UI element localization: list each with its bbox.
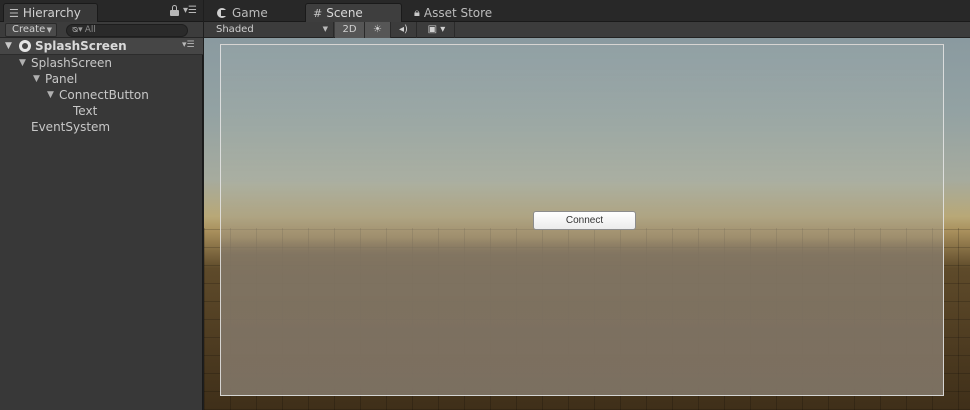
audio-icon: ◂) <box>399 24 408 35</box>
tree-item-eventsystem[interactable]: EventSystem <box>0 119 203 135</box>
shading-mode-label: Shaded <box>216 24 254 35</box>
fold-arrow-icon[interactable]: ▼ <box>19 58 26 68</box>
scene-name: SplashScreen <box>35 39 127 53</box>
asset-store-icon: 🔒︎ <box>414 5 420 19</box>
lighting-toggle[interactable]: ☀ <box>365 22 391 38</box>
scene-header-row[interactable]: ▼ SplashScreen ▾☰ <box>0 38 203 55</box>
chevron-down-icon: ▼ <box>322 25 328 33</box>
tab-asset-store-label: Asset Store <box>423 5 493 20</box>
scene-area: Game # Scene 🔒︎ Asset Store Shaded ▼ 2D … <box>204 0 970 410</box>
hierarchy-toolbar: Create ▼ ᴓ▾ All <box>0 22 203 38</box>
tab-game-label: Game <box>232 5 268 20</box>
tree-item-splashscreen[interactable]: ▼ SplashScreen <box>0 55 203 71</box>
tree-item-label: EventSystem <box>31 120 111 134</box>
tree-item-label: Text <box>73 104 98 118</box>
scene-grid-icon: # <box>313 6 323 20</box>
tree-item-connectbutton[interactable]: ▼ ConnectButton <box>0 87 203 103</box>
toggle-2d-button[interactable]: 2D <box>335 22 365 38</box>
tree-item-label: ConnectButton <box>59 88 149 102</box>
hierarchy-tree: ▼ SplashScreen ▾☰ ▼ SplashScreen ▼ Panel… <box>0 38 203 135</box>
shading-mode-dropdown[interactable]: Shaded ▼ <box>208 22 334 38</box>
search-icon: ᴓ▾ <box>72 25 83 35</box>
scene-menu-icon[interactable]: ▾☰ <box>182 40 195 50</box>
search-placeholder: All <box>84 25 96 35</box>
hierarchy-panel: ☰ Hierarchy ▾☰ Create ▼ ᴓ▾ All ▼ SplashSc… <box>0 0 203 410</box>
tree-item-label: Panel <box>45 72 78 86</box>
scene-viewport[interactable]: Connect <box>204 38 970 410</box>
hierarchy-search-input[interactable]: ᴓ▾ All <box>66 24 188 37</box>
sun-icon: ☀ <box>373 24 382 35</box>
panel-menu-icon[interactable]: ▾☰ <box>183 4 199 18</box>
create-dropdown-label: Create <box>12 24 46 35</box>
toggle-2d-label: 2D <box>342 24 357 35</box>
hierarchy-list-icon: ☰ <box>9 6 19 20</box>
tab-scene-label: Scene <box>326 6 363 20</box>
tree-item-label: SplashScreen <box>31 56 113 70</box>
ui-panel[interactable]: Connect <box>220 44 944 396</box>
connect-button-label: Connect <box>565 215 604 226</box>
connect-button[interactable]: Connect <box>533 211 636 230</box>
create-dropdown[interactable]: Create ▼ <box>5 23 57 37</box>
tab-hierarchy-label: Hierarchy <box>22 6 81 20</box>
tree-item-panel[interactable]: ▼ Panel <box>0 71 203 87</box>
image-effects-icon: ▣ ▾ <box>427 24 446 35</box>
audio-toggle[interactable]: ◂) <box>391 22 417 38</box>
lock-icon[interactable] <box>170 5 179 16</box>
image-effects-toggle[interactable]: ▣ ▾ <box>419 22 455 38</box>
tab-hierarchy[interactable]: ☰ Hierarchy <box>3 3 98 22</box>
tab-game[interactable]: Game <box>210 3 300 22</box>
tree-item-text[interactable]: Text <box>0 103 203 119</box>
tab-asset-store[interactable]: 🔒︎ Asset Store <box>407 3 517 22</box>
hierarchy-tabstrip: ☰ Hierarchy ▾☰ <box>0 0 203 22</box>
scene-tabstrip: Game # Scene 🔒︎ Asset Store <box>204 0 970 22</box>
game-icon <box>217 7 227 18</box>
fold-arrow-icon[interactable]: ▼ <box>33 74 40 84</box>
fold-arrow-icon[interactable]: ▼ <box>5 41 12 51</box>
tab-scene[interactable]: # Scene <box>305 3 402 22</box>
scene-toolbar: Shaded ▼ 2D ☀ ◂) ▣ ▾ <box>204 22 970 38</box>
unity-logo-icon <box>19 40 31 52</box>
chevron-down-icon: ▼ <box>46 26 52 34</box>
fold-arrow-icon[interactable]: ▼ <box>47 90 54 100</box>
